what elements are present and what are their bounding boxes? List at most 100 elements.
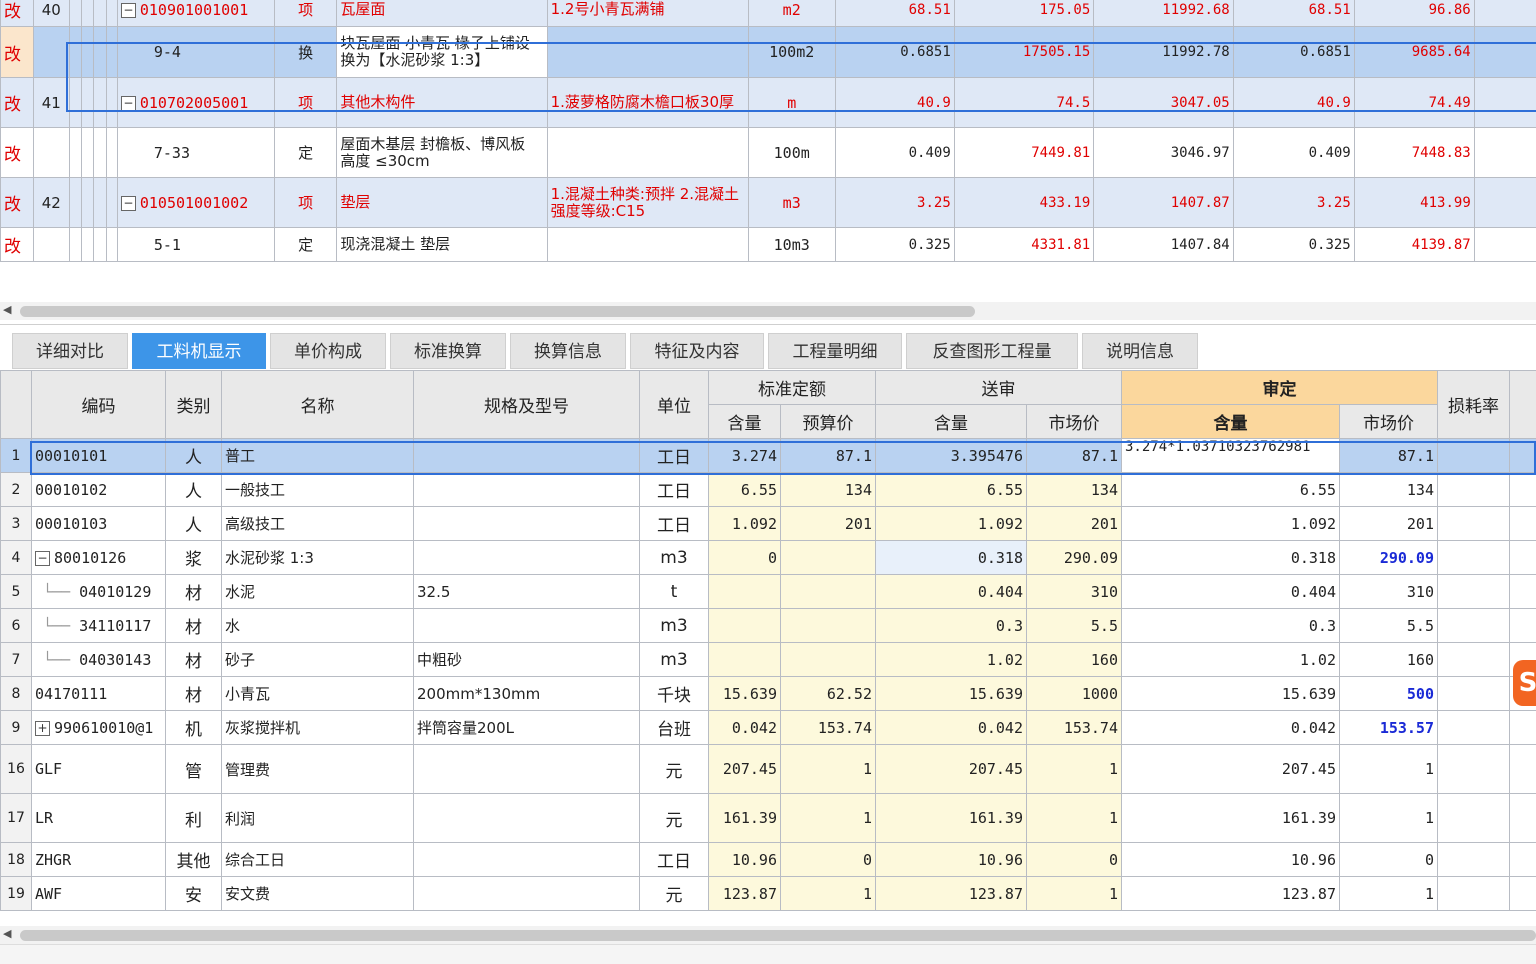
header-audit-market-price[interactable]: 市场价: [1340, 405, 1438, 439]
resource-name[interactable]: 安文费: [222, 877, 414, 911]
resource-name[interactable]: 砂子: [222, 643, 414, 677]
bill-name[interactable]: 瓦屋面: [337, 0, 547, 27]
resource-code[interactable]: +990610010@1: [32, 711, 166, 745]
header-std-qty[interactable]: 含量: [709, 405, 781, 439]
bill-code[interactable]: 5-1: [117, 228, 274, 262]
bill-feature[interactable]: 1.混凝土种类:预拌 2.混凝土强度等级:C15: [547, 178, 748, 228]
loss-rate[interactable]: [1438, 473, 1510, 507]
resource-code[interactable]: 04170111: [32, 677, 166, 711]
resource-spec[interactable]: [414, 507, 640, 541]
bill-row[interactable]: 改41−010702005001项其他木构件1.菠萝格防腐木檐口板30厚m40.…: [1, 78, 1536, 128]
loss-rate[interactable]: [1438, 507, 1510, 541]
resource-code[interactable]: 00010102: [32, 473, 166, 507]
header-code[interactable]: 编码: [32, 371, 166, 439]
resource-code[interactable]: └── 34110117: [32, 609, 166, 643]
audited-qty[interactable]: 1.02: [1122, 643, 1340, 677]
resource-code[interactable]: 00010103: [32, 507, 166, 541]
resource-row[interactable]: 804170111材小青瓦200mm*130mm千块15.63962.5215.…: [1, 677, 1536, 711]
loss-rate[interactable]: [1438, 609, 1510, 643]
resource-row[interactable]: 18ZHGR其他综合工日工日10.96010.96010.960: [1, 843, 1536, 877]
loss-rate[interactable]: [1438, 575, 1510, 609]
submitted-qty[interactable]: 1.092: [876, 507, 1027, 541]
bill-name[interactable]: 其他木构件: [337, 78, 547, 128]
resource-row[interactable]: 9+990610010@1机灰浆搅拌机拌筒容量200L台班0.042153.74…: [1, 711, 1536, 745]
audited-qty[interactable]: 15.639: [1122, 677, 1340, 711]
resource-spec[interactable]: 中粗砂: [414, 643, 640, 677]
resource-spec[interactable]: [414, 439, 640, 473]
header-audit-qty[interactable]: 含量: [1122, 405, 1340, 439]
audited-qty[interactable]: 0.318: [1122, 541, 1340, 575]
bill-name[interactable]: 块瓦屋面 小青瓦 椽子上铺设 换为【水泥砂浆 1:3】: [337, 27, 547, 78]
audited-qty[interactable]: 0.404: [1122, 575, 1340, 609]
loss-rate[interactable]: [1438, 677, 1510, 711]
submitted-qty[interactable]: 6.55: [876, 473, 1027, 507]
resource-name[interactable]: 管理费: [222, 745, 414, 794]
audited-market-price[interactable]: 134: [1340, 473, 1438, 507]
audited-market-price[interactable]: 290.09: [1340, 541, 1438, 575]
resource-name[interactable]: 综合工日: [222, 843, 414, 877]
header-sub-market-price[interactable]: 市场价: [1027, 405, 1122, 439]
audited-qty[interactable]: 6.55: [1122, 473, 1340, 507]
bill-code[interactable]: −010901001001: [117, 0, 274, 27]
resource-row[interactable]: 17LR利利润元161.391161.391161.39111: [1, 794, 1536, 843]
loss-rate[interactable]: [1438, 711, 1510, 745]
expand-icon[interactable]: +: [35, 721, 50, 736]
resource-code[interactable]: GLF: [32, 745, 166, 794]
audited-market-price[interactable]: 1: [1340, 745, 1438, 794]
bill-code[interactable]: −010501001002: [117, 178, 274, 228]
resource-code[interactable]: 00010101: [32, 439, 166, 473]
header-unit[interactable]: 单位: [640, 371, 709, 439]
audited-market-price[interactable]: 87.1: [1340, 439, 1438, 473]
resource-spec[interactable]: [414, 794, 640, 843]
bill-row[interactable]: 改9-4换块瓦屋面 小青瓦 椽子上铺设 换为【水泥砂浆 1:3】100m20.6…: [1, 27, 1536, 78]
audited-qty[interactable]: 10.96: [1122, 843, 1340, 877]
scroll-left-arrow-icon[interactable]: ◀: [3, 927, 11, 940]
audited-market-price[interactable]: 5.5: [1340, 609, 1438, 643]
bill-code[interactable]: 7-33: [117, 128, 274, 178]
submitted-qty[interactable]: 10.96: [876, 843, 1027, 877]
loss-rate[interactable]: [1438, 877, 1510, 911]
resource-row[interactable]: 5└── 04010129材水泥32.5t0.4043100.404310(: [1, 575, 1536, 609]
resource-name[interactable]: 高级技工: [222, 507, 414, 541]
submitted-market-price[interactable]: 310: [1027, 575, 1122, 609]
tab-features[interactable]: 特征及内容: [630, 333, 764, 369]
collapse-icon[interactable]: −: [121, 96, 136, 111]
top-horizontal-scrollbar[interactable]: ◀: [0, 302, 1536, 320]
resource-row[interactable]: 16GLF管管理费元207.451207.451207.45114: [1, 745, 1536, 794]
resource-code[interactable]: ZHGR: [32, 843, 166, 877]
resource-name[interactable]: 一般技工: [222, 473, 414, 507]
header-loss-rate[interactable]: 损耗率: [1438, 371, 1510, 439]
bill-name[interactable]: 垫层: [337, 178, 547, 228]
resource-row[interactable]: 4−80010126浆水泥砂浆 1:3m300.318290.090.31829…: [1, 541, 1536, 575]
bill-row[interactable]: 改42−010501001002项垫层1.混凝土种类:预拌 2.混凝土强度等级:…: [1, 178, 1536, 228]
loss-rate[interactable]: [1438, 794, 1510, 843]
tab-unit-price[interactable]: 单价构成: [270, 333, 386, 369]
submitted-market-price[interactable]: 0: [1027, 843, 1122, 877]
submitted-market-price[interactable]: 201: [1027, 507, 1122, 541]
resource-spec[interactable]: 200mm*130mm: [414, 677, 640, 711]
bill-name[interactable]: 屋面木基层 封檐板、博风板 高度 ≤30cm: [337, 128, 547, 178]
submitted-qty[interactable]: 123.87: [876, 877, 1027, 911]
header-std-budget-price[interactable]: 预算价: [781, 405, 876, 439]
collapse-icon[interactable]: −: [121, 196, 136, 211]
audited-qty[interactable]: 0.3: [1122, 609, 1340, 643]
tab-standard-conversion[interactable]: 标准换算: [390, 333, 506, 369]
bill-name[interactable]: 现浇混凝土 垫层: [337, 228, 547, 262]
submitted-qty[interactable]: 3.395476: [876, 439, 1027, 473]
submitted-market-price[interactable]: 153.74: [1027, 711, 1122, 745]
resource-spec[interactable]: [414, 609, 640, 643]
submitted-qty[interactable]: 1.02: [876, 643, 1027, 677]
resource-code[interactable]: LR: [32, 794, 166, 843]
audited-qty[interactable]: 123.87: [1122, 877, 1340, 911]
submitted-market-price[interactable]: 290.09: [1027, 541, 1122, 575]
header-category[interactable]: 类别: [166, 371, 222, 439]
resource-row[interactable]: 300010103人高级技工工日1.0922011.0922011.092201…: [1, 507, 1536, 541]
loss-rate[interactable]: [1438, 439, 1510, 473]
scrollbar-thumb[interactable]: [20, 306, 975, 317]
resource-name[interactable]: 利润: [222, 794, 414, 843]
resource-code[interactable]: AWF: [32, 877, 166, 911]
audited-market-price[interactable]: 160: [1340, 643, 1438, 677]
header-name[interactable]: 名称: [222, 371, 414, 439]
tab-description[interactable]: 说明信息: [1082, 333, 1198, 369]
audited-market-price[interactable]: 0: [1340, 843, 1438, 877]
